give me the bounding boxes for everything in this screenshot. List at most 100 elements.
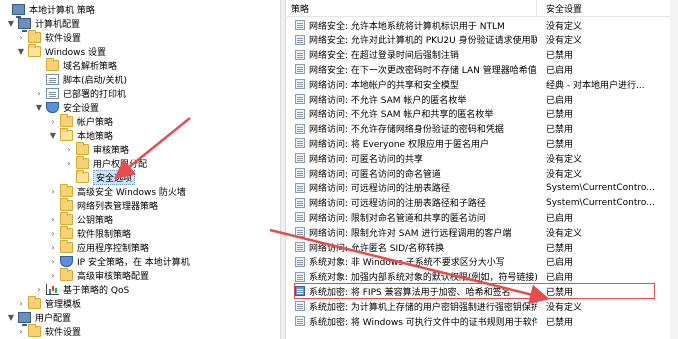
- policy-row[interactable]: 网络访问: 限制对命名管道和共享的匿名访问 已启用: [287, 210, 678, 224]
- policy-name: 网络安全: 允许本地系统将计算机标识用于 NTLM: [309, 21, 505, 32]
- setting-value: 已启用: [546, 213, 574, 224]
- policy-icon: [295, 49, 305, 60]
- setting-value: 没有定义: [546, 21, 583, 32]
- expander-icon[interactable]: ›: [16, 326, 26, 336]
- tree-item[interactable]: 网络列表管理器策略: [48, 197, 158, 212]
- policy-row[interactable]: 网络安全: 允许本地系统将计算机标识用于 NTLM 没有定义: [287, 18, 678, 32]
- policy-row[interactable]: 网络访问: 可远程访问的注册表路径 System\CurrentContro...: [287, 181, 678, 195]
- column-header-policy[interactable]: 策略: [287, 0, 537, 16]
- policy-row[interactable]: 系统对象: 加强内部系统对象的默认权限(例如，符号链接) 已启用: [287, 270, 678, 284]
- expander-icon[interactable]: ›: [34, 284, 44, 294]
- tree-item[interactable]: 安全选项: [64, 169, 136, 185]
- folder-open-icon: [28, 43, 41, 57]
- policy-name: 系统对象: 非 Windows 子系统不要求区分大小写: [309, 258, 505, 269]
- policy-row[interactable]: 网络安全: 允许对此计算机的 PKU2U 身份验证请求使用联... 没有定义: [287, 33, 678, 47]
- setting-value: 已启用: [546, 95, 574, 106]
- policy-row[interactable]: 系统对象: 非 Windows 子系统不要求区分大小写 已启用: [287, 255, 678, 269]
- tree-item[interactable]: 域名解析策略: [34, 57, 117, 72]
- expander-icon[interactable]: ›: [48, 186, 58, 196]
- column-header-setting[interactable]: 安全设置: [537, 0, 678, 16]
- tree-item[interactable]: › 高级安全 Windows 防火墙: [48, 183, 186, 198]
- tree-item[interactable]: › 公钥策略: [48, 211, 113, 226]
- policy-cell: 网络访问: 允许匿名 SID/名称转换: [287, 241, 537, 254]
- policy-icon: [295, 123, 305, 134]
- console-tree: 本地计算机 策略 ▼ 计算机配置 › 软件设置 ▼ Windows 设置 域名解析策略 脚本(启…: [0, 0, 280, 339]
- policy-row[interactable]: 网络访问: 不允许 SAM 帐户的匿名枚举 已启用: [287, 92, 678, 106]
- expander-icon[interactable]: ›: [64, 144, 74, 154]
- tree-item[interactable]: ▼ Windows 设置: [16, 43, 106, 58]
- policy-row[interactable]: 网络访问: 可远程访问的注册表路径和子路径 System\CurrentContr…: [287, 196, 678, 210]
- tree-item[interactable]: › 软件限制策略: [48, 225, 131, 240]
- tree-item[interactable]: ▼ 本地策略: [48, 127, 113, 142]
- expander-icon[interactable]: ›: [48, 256, 58, 266]
- expander-icon[interactable]: ▼: [34, 102, 44, 112]
- tree-item[interactable]: ▼ 用户配置: [6, 310, 71, 326]
- expander-icon[interactable]: [0, 4, 10, 14]
- expander-icon[interactable]: ▼: [16, 46, 26, 56]
- policy-row[interactable]: 网络访问: 将 Everyone 权限应用于匿名用户 已禁用: [287, 136, 678, 150]
- policy-icon: [295, 227, 305, 238]
- policy-icon: [295, 182, 305, 193]
- policy-name: 网络访问: 可远程访问的注册表路径和子路径: [309, 199, 486, 210]
- policy-name: 网络访问: 限制允许对 SAM 进行远程调用的客户端: [309, 228, 512, 239]
- expander-icon[interactable]: ›: [48, 116, 58, 126]
- expander-icon[interactable]: ▼: [6, 18, 16, 28]
- expander-icon[interactable]: ›: [64, 158, 74, 168]
- policy-row[interactable]: 系统加密: 将 Windows 可执行文件中的证书规则用于软件限... 已禁用: [287, 314, 678, 328]
- policy-row[interactable]: 网络访问: 不允许存储网络身份验证的密码和凭据 已禁用: [287, 122, 678, 136]
- policy-name: 网络安全: 在下一次更改密码时不存储 LAN 管理器哈希值: [309, 65, 537, 76]
- expander-icon[interactable]: ›: [16, 32, 26, 42]
- tree-item[interactable]: ▼ 安全设置: [34, 100, 99, 114]
- folder-icon: [60, 113, 73, 127]
- pane-splitter[interactable]: [280, 0, 286, 339]
- tree-item-label: 已部署的打印机: [63, 89, 127, 100]
- tree-item[interactable]: › 软件设置: [16, 29, 81, 44]
- expander-icon[interactable]: [48, 200, 58, 210]
- policy-row[interactable]: 系统加密: 将 FIPS 兼容算法用于加密、哈希和签名 已禁用: [287, 284, 678, 298]
- policy-row[interactable]: 网络访问: 不允许 SAM 帐户和共享的匿名枚举 已禁用: [287, 107, 678, 121]
- tree-item[interactable]: › 管理模板: [16, 295, 81, 310]
- tree-item[interactable]: ▼ 计算机配置: [6, 16, 80, 32]
- policy-row[interactable]: 网络安全: 在超过登录时间后强制注销 已禁用: [287, 48, 678, 62]
- tree-item[interactable]: › IP 安全策略，在 本地计算机: [48, 254, 190, 268]
- folder-icon: [28, 323, 41, 337]
- expander-icon[interactable]: [34, 60, 44, 70]
- expander-icon[interactable]: [34, 74, 44, 84]
- tree-item[interactable]: › 帐户策略: [48, 113, 113, 128]
- expander-icon[interactable]: ▼: [6, 312, 16, 322]
- tree-item[interactable]: › 已部署的打印机: [34, 86, 126, 100]
- vertical-scrollbar[interactable]: [670, 0, 678, 339]
- tree-item[interactable]: › 审核策略: [64, 141, 129, 156]
- tree-item[interactable]: › 软件设置: [16, 323, 81, 338]
- expander-icon[interactable]: ▼: [48, 130, 58, 140]
- policy-row[interactable]: 网络访问: 可匿名访问的共享 没有定义: [287, 151, 678, 165]
- policy-row[interactable]: 网络访问: 限制允许对 SAM 进行远程调用的客户端 没有定义: [287, 225, 678, 239]
- folder-icon: [28, 295, 41, 309]
- tree-item[interactable]: 本地计算机 策略: [0, 2, 95, 18]
- tree-item[interactable]: › 高级审核策略配置: [48, 267, 149, 282]
- policy-name: 系统加密: 将 FIPS 兼容算法用于加密、哈希和签名: [309, 287, 511, 298]
- setting-value: 已启用: [546, 273, 574, 284]
- column-header-bar: 策略 安全设置: [287, 0, 678, 17]
- expander-icon[interactable]: ›: [34, 88, 44, 98]
- policy-row[interactable]: 系统加密: 为计算机上存储的用户密钥强制进行强密钥保护 没有定义: [287, 299, 678, 313]
- tree-item[interactable]: 脚本(启动/关机): [34, 72, 127, 86]
- policy-name: 网络访问: 本地帐户的共享和安全模型: [309, 80, 459, 91]
- tree-item-label: IP 安全策略，在 本地计算机: [77, 257, 190, 268]
- policy-icon: [295, 197, 305, 208]
- expander-icon[interactable]: ›: [16, 298, 26, 308]
- expander-icon[interactable]: [64, 172, 74, 182]
- policy-icon: [295, 138, 305, 149]
- tree-item[interactable]: › 用户权限分配: [64, 155, 147, 170]
- policy-row[interactable]: 网络访问: 可匿名访问的命名管道 没有定义: [287, 166, 678, 180]
- folder-icon: [60, 225, 73, 239]
- expander-icon[interactable]: ›: [48, 214, 58, 224]
- tree-item[interactable]: › 基于策略的 QoS: [34, 282, 129, 296]
- policy-row[interactable]: 网络访问: 允许匿名 SID/名称转换 已禁用: [287, 240, 678, 254]
- policy-row[interactable]: 网络访问: 本地帐户的共享和安全模型 经典 - 对本地用户进行...: [287, 77, 678, 91]
- policy-row[interactable]: 网络安全: 在下一次更改密码时不存储 LAN 管理器哈希值 已启用: [287, 62, 678, 76]
- expander-icon[interactable]: ›: [48, 270, 58, 280]
- expander-icon[interactable]: ›: [48, 228, 58, 238]
- tree-item[interactable]: › 应用程序控制策略: [48, 239, 149, 254]
- expander-icon[interactable]: ›: [48, 242, 58, 252]
